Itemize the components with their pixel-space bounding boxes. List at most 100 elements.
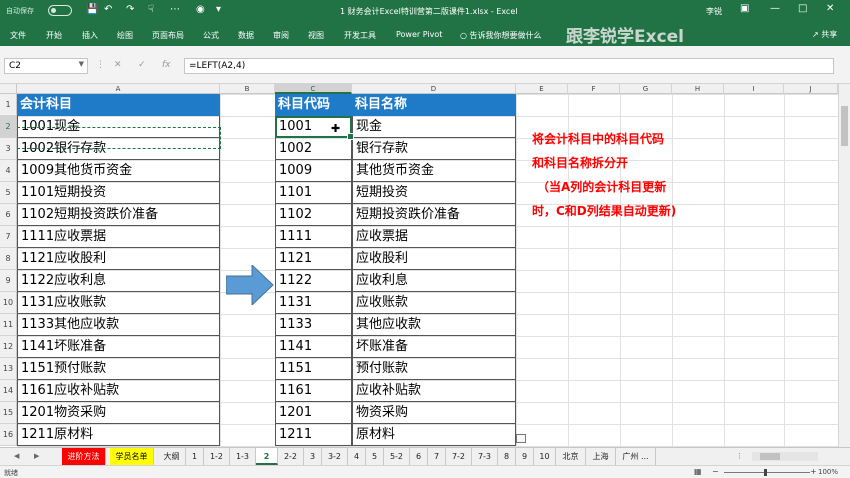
qat-more-icon[interactable]: ▾ — [216, 4, 221, 15]
tab-file[interactable]: 文件 — [10, 30, 26, 41]
select-all-corner[interactable] — [0, 84, 17, 94]
sheet-tab[interactable]: 北京 — [556, 448, 586, 465]
enter-icon[interactable]: ✓ — [138, 60, 146, 70]
row-header-6[interactable]: 6 — [0, 204, 17, 226]
sheet-tab[interactable]: 6 — [410, 448, 428, 465]
row-header-12[interactable]: 12 — [0, 336, 17, 358]
cell-a8[interactable]: 1121应收股利 — [17, 248, 220, 270]
tab-next-icon[interactable]: ▶ — [34, 452, 39, 460]
sheet-tab[interactable]: 7 — [428, 448, 446, 465]
cell-d5[interactable]: 短期投资 — [352, 182, 516, 204]
autosave-toggle[interactable] — [48, 5, 72, 16]
tab-insert[interactable]: 插入 — [82, 30, 98, 41]
cell-a12[interactable]: 1141坏账准备 — [17, 336, 220, 358]
zoom-slider[interactable] — [724, 469, 810, 476]
header-cell-c1[interactable]: 科目代码 — [275, 94, 352, 116]
row-header-2[interactable]: 2 — [0, 116, 17, 138]
sheet-tab[interactable]: 5-2 — [384, 448, 410, 465]
cell-a7[interactable]: 1111应收票据 — [17, 226, 220, 248]
row-header-8[interactable]: 8 — [0, 248, 17, 270]
worksheet-grid[interactable]: ABCDEFGHIJ 1 2 3 4 5 6 7 8 9 10 11 12 13 14 15 16 会计科目科… — [0, 84, 838, 447]
sheet-tab[interactable]: 1-2 — [204, 448, 230, 465]
cell-a9[interactable]: 1122应收利息 — [17, 270, 220, 292]
sheet-tab[interactable]: 1 — [186, 448, 204, 465]
zoom-out-icon[interactable]: − — [712, 467, 719, 476]
cell-c13[interactable]: 1151 — [275, 358, 352, 380]
sheet-tab[interactable]: 2-2 — [278, 448, 304, 465]
minimize-icon[interactable]: — — [770, 3, 780, 14]
column-header-b[interactable]: B — [220, 84, 275, 94]
camera-icon[interactable]: ◉ — [196, 4, 205, 15]
sheet-tab[interactable]: 10 — [534, 448, 556, 465]
row-header-4[interactable]: 4 — [0, 160, 17, 182]
sheet-tab[interactable]: 大纲 — [158, 448, 186, 465]
tab-prev-icon[interactable]: ◀ — [14, 452, 19, 460]
row-header-3[interactable]: 3 — [0, 138, 17, 160]
tab-developer[interactable]: 开发工具 — [344, 30, 376, 41]
column-header-f[interactable]: F — [568, 84, 620, 94]
vertical-scrollbar[interactable] — [838, 84, 850, 447]
cell-c16[interactable]: 1211 — [275, 424, 352, 446]
save-icon[interactable]: 💾 — [86, 4, 98, 15]
cell-c9[interactable]: 1122 — [275, 270, 352, 292]
cell-d2[interactable]: 现金 — [352, 116, 516, 138]
row-header-7[interactable]: 7 — [0, 226, 17, 248]
sheet-tab[interactable]: 7-2 — [446, 448, 472, 465]
column-header-j[interactable]: J — [784, 84, 838, 94]
horizontal-scrollbar[interactable] — [752, 452, 818, 461]
sheet-tab[interactable]: 3-2 — [322, 448, 348, 465]
user-name[interactable]: 李锐 — [706, 6, 722, 17]
normal-view-icon[interactable]: ▦ — [694, 467, 702, 476]
cell-d14[interactable]: 应收补贴款 — [352, 380, 516, 402]
formula-input[interactable]: =LEFT(A2,4) — [184, 58, 834, 74]
sheet-tab[interactable]: 8 — [498, 448, 516, 465]
tab-draw[interactable]: 绘图 — [117, 30, 133, 41]
cell-c3[interactable]: 1002 — [275, 138, 352, 160]
sheet-tab[interactable]: 学员名单 — [110, 448, 154, 465]
column-header-g[interactable]: G — [620, 84, 672, 94]
cell-a4[interactable]: 1009其他货币资金 — [17, 160, 220, 182]
cell-d15[interactable]: 物资采购 — [352, 402, 516, 424]
paste-options-icon[interactable] — [516, 434, 526, 443]
cell-a16[interactable]: 1211原材料 — [17, 424, 220, 446]
customize-icon[interactable]: ⋯ — [170, 4, 180, 15]
vertical-scroll-thumb[interactable] — [841, 106, 848, 146]
cell-d11[interactable]: 其他应收款 — [352, 314, 516, 336]
maximize-icon[interactable]: □ — [798, 3, 807, 14]
tab-power-pivot[interactable]: Power Pivot — [396, 30, 442, 39]
cell-a10[interactable]: 1131应收账款 — [17, 292, 220, 314]
insert-function-icon[interactable]: fx — [162, 60, 171, 70]
cell-c10[interactable]: 1131 — [275, 292, 352, 314]
cell-c4[interactable]: 1009 — [275, 160, 352, 182]
cell-a13[interactable]: 1151预付账款 — [17, 358, 220, 380]
row-header-14[interactable]: 14 — [0, 380, 17, 402]
cell-a15[interactable]: 1201物资采购 — [17, 402, 220, 424]
zoom-level[interactable]: 100% — [818, 468, 838, 476]
row-header-16[interactable]: 16 — [0, 424, 17, 446]
cell-d12[interactable]: 坏账准备 — [352, 336, 516, 358]
cell-d8[interactable]: 应收股利 — [352, 248, 516, 270]
undo-icon[interactable]: ↶ — [104, 4, 112, 15]
cell-c15[interactable]: 1201 — [275, 402, 352, 424]
cell-c14[interactable]: 1161 — [275, 380, 352, 402]
sheet-tab[interactable]: 7-3 — [472, 448, 498, 465]
cell-a6[interactable]: 1102短期投资跌价准备 — [17, 204, 220, 226]
cell-c5[interactable]: 1101 — [275, 182, 352, 204]
header-cell-a1[interactable]: 会计科目 — [17, 94, 220, 116]
cell-a5[interactable]: 1101短期投资 — [17, 182, 220, 204]
column-header-i[interactable]: I — [724, 84, 784, 94]
tab-review[interactable]: 审阅 — [273, 30, 289, 41]
sheet-tab[interactable]: 广州 ... — [616, 448, 656, 465]
name-box[interactable]: C2 ▼ — [4, 58, 88, 74]
horizontal-scroll-thumb[interactable] — [760, 453, 780, 460]
column-header-a[interactable]: A — [17, 84, 220, 94]
cell-d10[interactable]: 应收账款 — [352, 292, 516, 314]
cell-d9[interactable]: 应收利息 — [352, 270, 516, 292]
column-header-h[interactable]: H — [672, 84, 724, 94]
ribbon-display-icon[interactable]: ▣ — [740, 3, 749, 14]
sheet-tab[interactable]: 进阶方法 — [62, 448, 106, 465]
cell-d7[interactable]: 应收票据 — [352, 226, 516, 248]
zoom-slider-knob[interactable] — [764, 469, 767, 476]
sheet-tab[interactable]: 3 — [304, 448, 322, 465]
zoom-in-icon[interactable]: + — [810, 467, 817, 476]
